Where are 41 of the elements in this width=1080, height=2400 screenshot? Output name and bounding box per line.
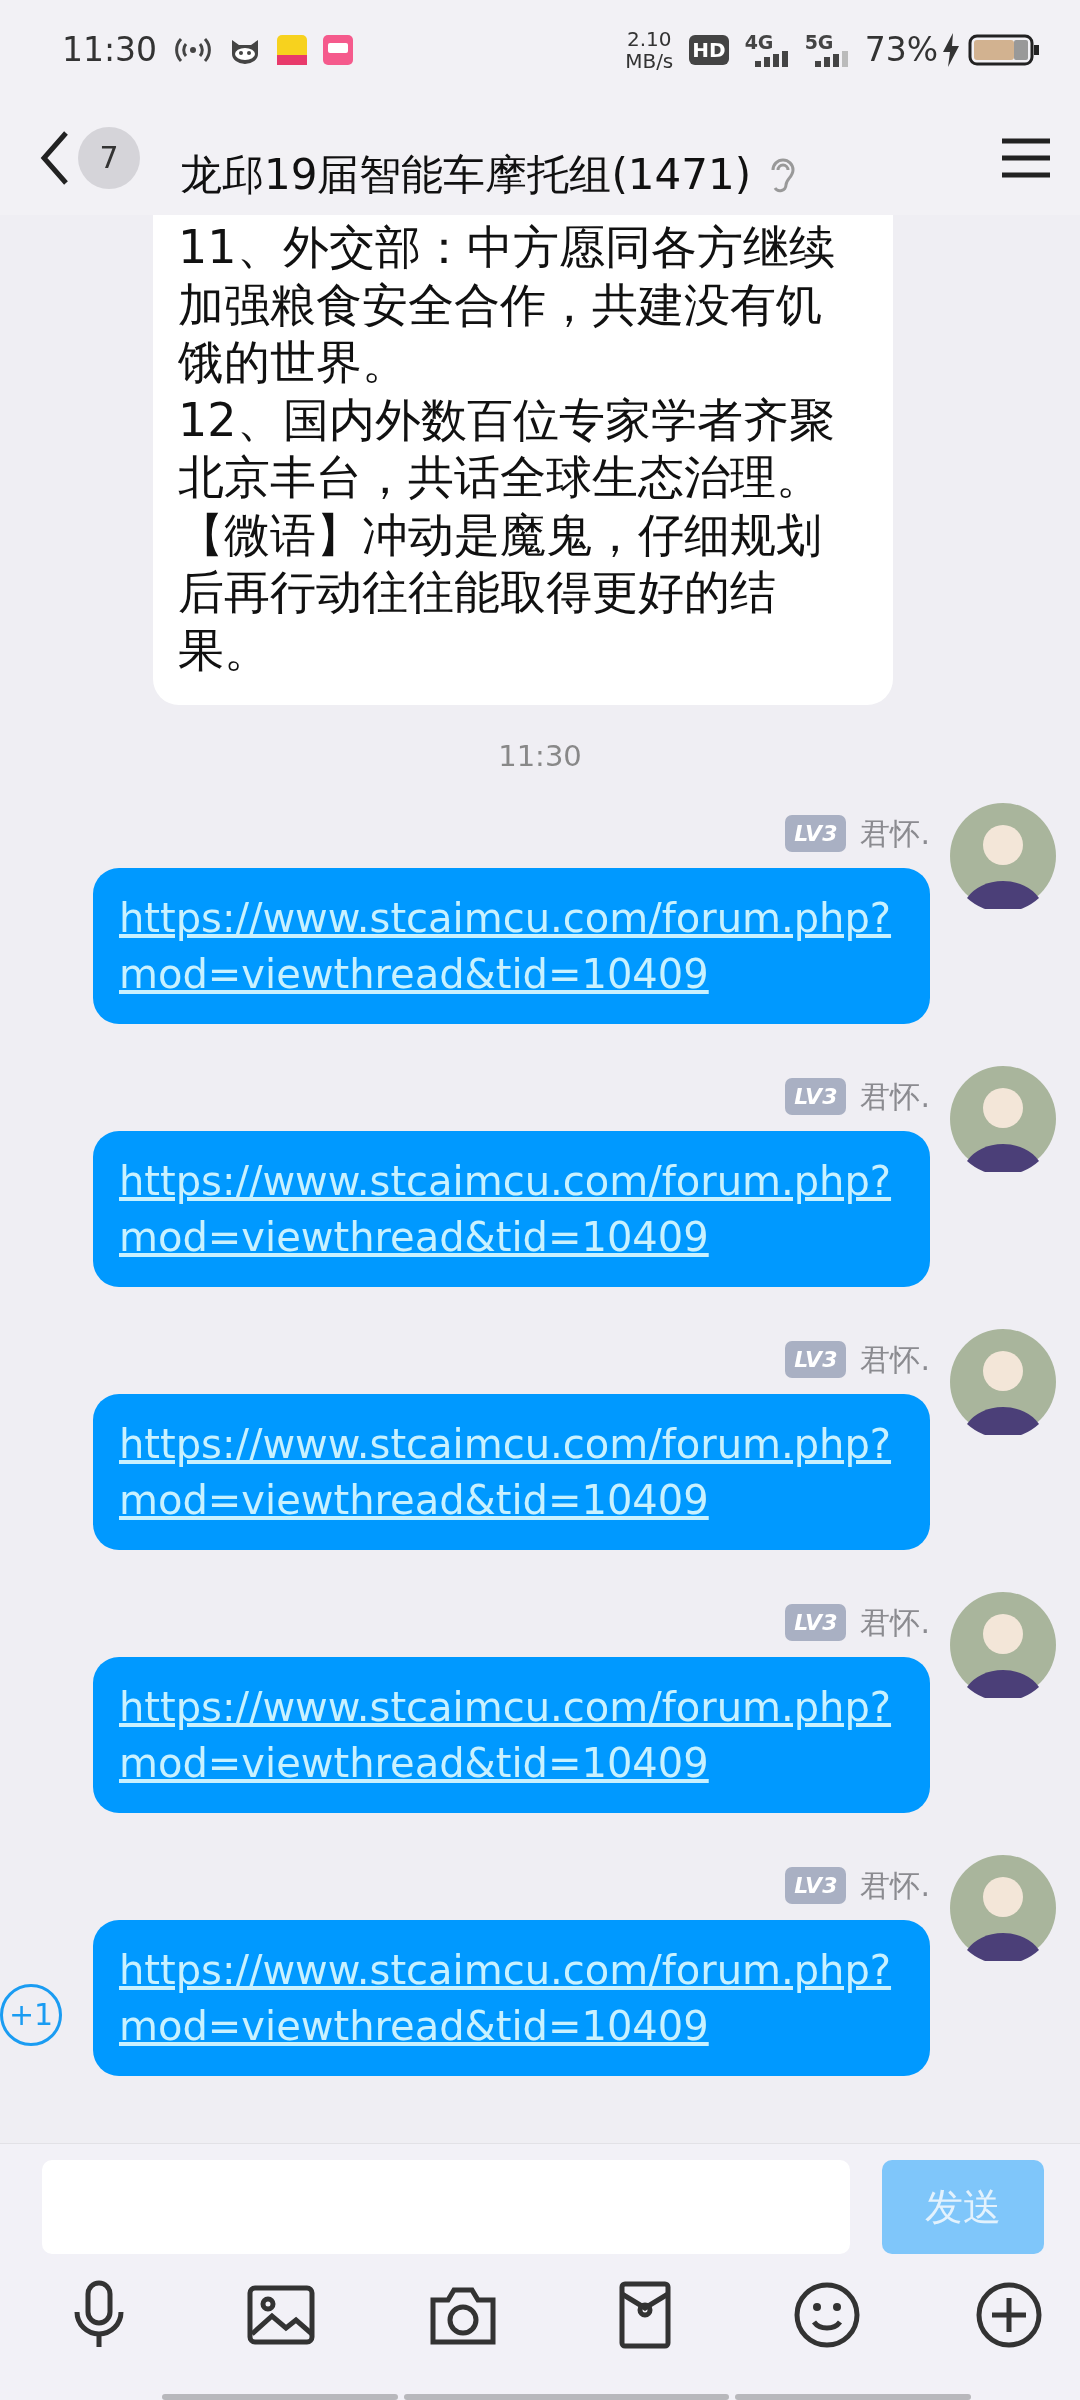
avatar-silhouette[interactable]: [950, 1854, 1056, 1961]
app-notification-icon: [323, 35, 354, 65]
hd-label: HD: [689, 35, 729, 65]
level-badge: LV3: [785, 1340, 847, 1378]
avatar-silhouette[interactable]: [950, 1591, 1056, 1698]
sender-name: 君怀.: [860, 1340, 930, 1379]
message-time: 11:30: [497, 738, 583, 775]
group-title: 龙邱19届智能车摩托组(1471): [180, 149, 752, 201]
sender-name: 君怀.: [860, 1603, 930, 1642]
plus-one-button[interactable]: +1: [0, 1983, 62, 2046]
menu-icon[interactable]: [1002, 137, 1050, 178]
level-badge: LV3: [785, 814, 847, 852]
network-speed: 2.10: [626, 28, 672, 50]
network-type: 5G: [804, 33, 835, 51]
unread-count[interactable]: 7: [78, 126, 140, 189]
message-paragraph: 11、外交部：中方愿同各方继续加强粮食安全合作，共建没有饥饿的世界。: [178, 219, 836, 391]
message-paragraph: 【微语】冲动是魔鬼，仔细规划后再行动往往能取得更好的结果。: [178, 506, 823, 679]
network-type: 4G: [744, 33, 775, 51]
message-paragraph: 12、国内外数百位专家学者齐聚北京丰台，共话全球生态治理。: [178, 391, 836, 506]
message-link[interactable]: https://www.stcaimcu.com/forum.php?mod=viewthread&tid=10409: [119, 1941, 904, 2054]
message-link[interactable]: https://www.stcaimcu.com/forum.php?mod=viewthread&tid=10409: [119, 889, 904, 1002]
battery-icon: [968, 33, 1040, 67]
emoji-icon[interactable]: [792, 2280, 862, 2350]
level-badge: LV3: [785, 1077, 847, 1115]
app-notification-icon: [277, 35, 308, 65]
sender-name: 君怀.: [860, 814, 930, 853]
level-badge: LV3: [785, 1603, 847, 1641]
avatar-silhouette[interactable]: [950, 1328, 1056, 1435]
sender-name: 君怀.: [860, 1866, 930, 1905]
plus-icon[interactable]: [974, 2280, 1044, 2350]
speed-unit: MB/s: [625, 50, 674, 72]
avatar-silhouette[interactable]: [950, 1065, 1056, 1172]
avatar-silhouette[interactable]: [950, 802, 1056, 909]
level-badge: LV3: [785, 1866, 847, 1904]
message-link[interactable]: https://www.stcaimcu.com/forum.php?mod=viewthread&tid=10409: [119, 1678, 904, 1791]
clock-time: 11:30: [62, 29, 158, 72]
back-icon[interactable]: [40, 129, 70, 186]
sender-name: 君怀.: [860, 1077, 930, 1116]
message-link[interactable]: https://www.stcaimcu.com/forum.php?mod=viewthread&tid=10409: [119, 1415, 904, 1528]
battery-percent: 73%: [864, 29, 938, 72]
message-link[interactable]: https://www.stcaimcu.com/forum.php?mod=viewthread&tid=10409: [119, 1152, 904, 1265]
